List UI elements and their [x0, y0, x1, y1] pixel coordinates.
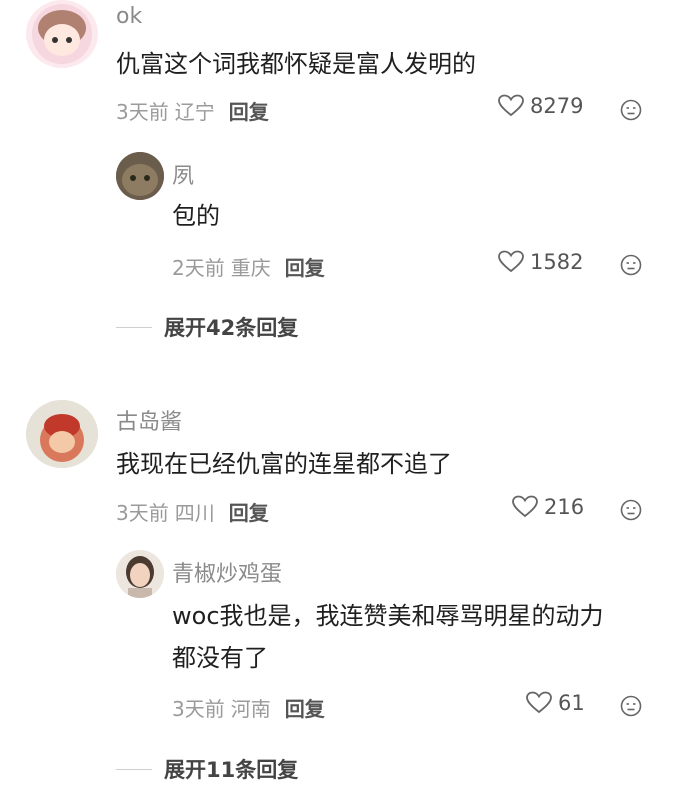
- reply-time: 2天前: [172, 256, 225, 280]
- expand-replies-button[interactable]: 展开42条回复: [116, 312, 298, 342]
- heart-icon: [512, 495, 538, 518]
- like-button[interactable]: 61: [526, 691, 585, 715]
- like-count: 8279: [530, 94, 584, 118]
- comment-location: 辽宁: [174, 100, 215, 124]
- comment-text: 我现在已经仇富的连星都不追了: [116, 450, 452, 478]
- reply-button[interactable]: 回复: [285, 697, 325, 721]
- comment-location: 四川: [174, 501, 215, 525]
- reply-button[interactable]: 回复: [285, 256, 325, 280]
- like-button[interactable]: 216: [512, 495, 584, 519]
- reply-meta: 3天前 河南 回复: [172, 693, 325, 722]
- avatar[interactable]: [26, 0, 98, 68]
- like-count: 216: [544, 495, 585, 519]
- reply-button[interactable]: 回复: [229, 100, 269, 124]
- divider-line: [116, 768, 152, 770]
- expand-replies-label: 展开42条回复: [164, 316, 299, 340]
- heart-icon: [498, 94, 524, 117]
- like-button[interactable]: 1582: [498, 250, 583, 274]
- reply-location: 河南: [230, 697, 271, 721]
- like-count: 1582: [530, 250, 584, 274]
- dislike-emoji-icon[interactable]: [620, 695, 642, 717]
- reply-username[interactable]: 夙: [172, 158, 194, 190]
- like-count: 61: [558, 691, 585, 715]
- expand-replies-button[interactable]: 展开11条回复: [116, 754, 298, 784]
- reply-time: 3天前: [172, 697, 225, 721]
- avatar[interactable]: [26, 400, 98, 468]
- comment-time: 3天前: [116, 100, 169, 124]
- comment-meta: 3天前 辽宁 回复: [116, 96, 269, 125]
- avatar[interactable]: [116, 550, 164, 598]
- comment-username[interactable]: ok: [116, 4, 142, 29]
- reply-text-line-2: 都没有了: [172, 644, 268, 672]
- dislike-emoji-icon[interactable]: [620, 254, 642, 276]
- dislike-emoji-icon[interactable]: [620, 499, 642, 521]
- reply-username[interactable]: 青椒炒鸡蛋: [172, 556, 282, 588]
- heart-icon: [526, 691, 552, 714]
- reply-text-line-1: woc我也是，我连赞美和辱骂明星的动力: [172, 602, 604, 630]
- reply-meta: 2天前 重庆 回复: [172, 252, 325, 281]
- like-button[interactable]: 8279: [498, 94, 583, 118]
- reply-text: 包的: [172, 202, 220, 230]
- reply-location: 重庆: [230, 256, 271, 280]
- dislike-emoji-icon[interactable]: [620, 99, 642, 121]
- reply-button[interactable]: 回复: [229, 501, 269, 525]
- expand-replies-label: 展开11条回复: [164, 758, 299, 782]
- comment-meta: 3天前 四川 回复: [116, 497, 269, 526]
- avatar[interactable]: [116, 152, 164, 200]
- comment-time: 3天前: [116, 501, 169, 525]
- divider-line: [116, 326, 152, 328]
- comment-username[interactable]: 古岛酱: [116, 404, 182, 436]
- comment-text: 仇富这个词我都怀疑是富人发明的: [116, 50, 476, 78]
- heart-icon: [498, 250, 524, 273]
